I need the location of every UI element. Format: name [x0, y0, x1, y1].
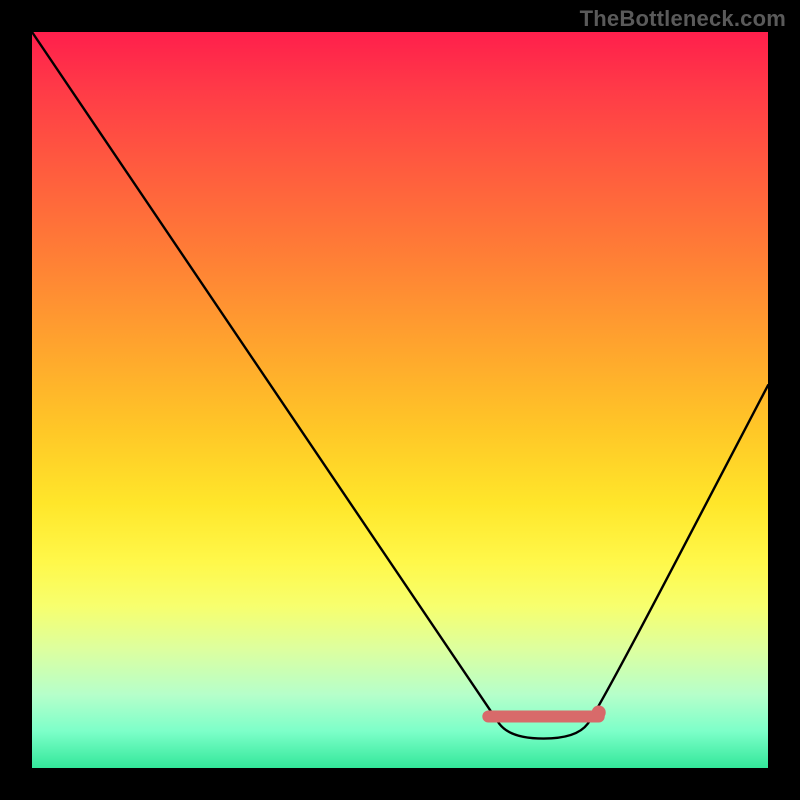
watermark-text: TheBottleneck.com: [580, 6, 786, 32]
chart-frame: TheBottleneck.com: [0, 0, 800, 800]
plot-area: [32, 32, 768, 768]
chart-svg: [32, 32, 768, 768]
valley-dot: [592, 705, 606, 719]
curve-line: [32, 32, 768, 739]
